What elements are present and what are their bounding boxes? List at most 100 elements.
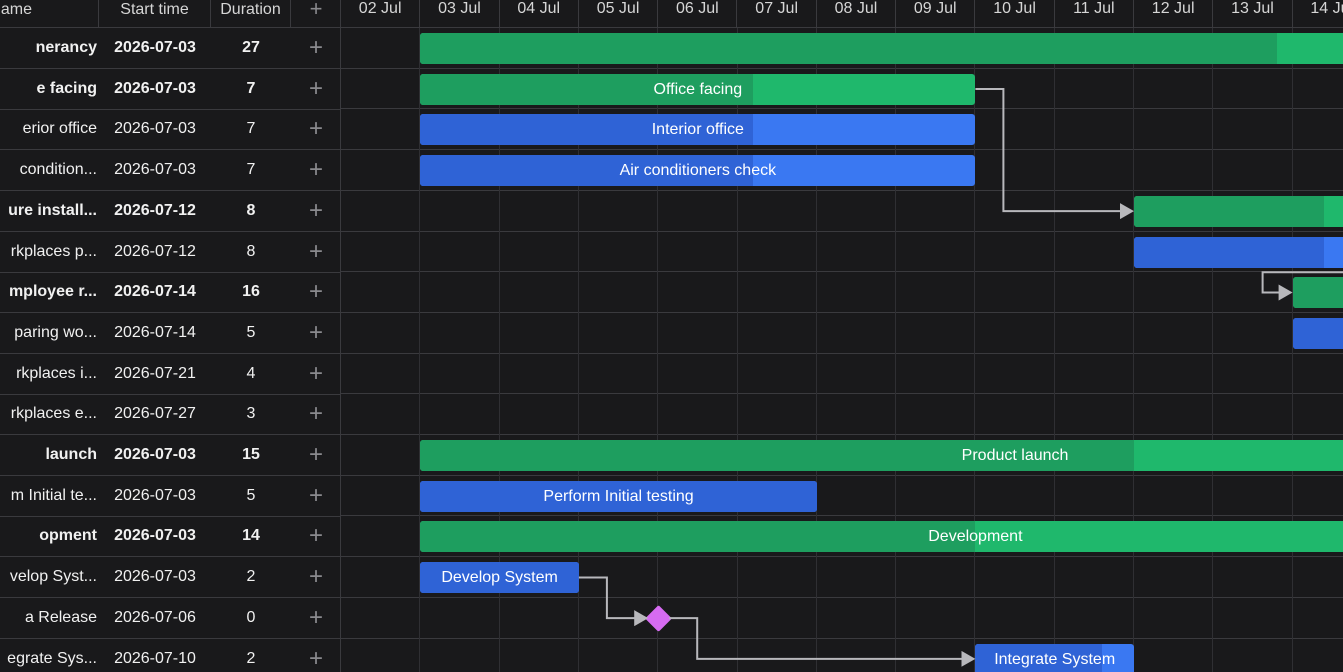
timeline-day-header: 14 Jul	[1293, 0, 1343, 28]
project-bar[interactable]: Development	[420, 521, 1343, 553]
task-bar[interactable]	[1292, 317, 1343, 349]
timeline-day-header: 13 Jul	[1213, 0, 1293, 28]
task-name-cell-text: rkplaces p...	[10, 242, 97, 260]
duration-cell-text: 7	[246, 120, 256, 138]
add-subtask-icon[interactable]: +	[291, 272, 340, 312]
duration-cell: 16	[211, 272, 291, 312]
timeline-day-header: 09 Jul	[896, 0, 976, 28]
add-subtask-icon[interactable]: +	[291, 69, 340, 109]
table-row[interactable]: a Release 2026-07-06 0 +	[0, 598, 340, 639]
table-row[interactable]: rkplaces p... 2026-07-12 8 +	[0, 232, 340, 273]
task-bar[interactable]: Air conditioners check	[420, 155, 976, 187]
table-row[interactable]: rkplaces i... 2026-07-21 4 +	[0, 354, 340, 395]
add-subtask-icon[interactable]: +	[291, 557, 340, 597]
table-row[interactable]: opment 2026-07-03 14 +	[0, 516, 340, 558]
add-subtask-icon[interactable]: +	[291, 516, 340, 556]
duration-cell: 7	[211, 150, 291, 190]
dependency-link[interactable]	[669, 617, 976, 667]
task-name-cell: ure install...	[0, 191, 97, 231]
project-bar[interactable]	[420, 33, 1343, 64]
table-row[interactable]: erior office 2026-07-03 7 +	[0, 109, 340, 151]
start-time-cell: 2026-07-03	[99, 109, 211, 149]
add-subtask-icon[interactable]: +	[291, 28, 340, 68]
duration-cell-text: 0	[246, 608, 256, 626]
duration-cell-text: 4	[246, 364, 256, 382]
column-header-start-time[interactable]: Start time	[99, 0, 211, 28]
start-time-cell-text: 2026-07-10	[114, 649, 196, 667]
task-name-cell: egrate Sys...	[0, 639, 97, 672]
add-subtask-icon[interactable]: +	[291, 354, 340, 394]
add-subtask-icon[interactable]: +	[291, 435, 340, 475]
task-name-cell-text: mployee r...	[8, 283, 97, 301]
table-row[interactable]: launch 2026-07-03 15 +	[0, 435, 340, 476]
bar-label: Office facing	[653, 80, 743, 98]
start-time-cell: 2026-07-03	[99, 516, 211, 556]
project-bar[interactable]: Office facing	[420, 73, 976, 105]
task-name-cell-text: launch	[45, 446, 97, 463]
start-time-cell: 2026-07-12	[99, 232, 211, 272]
timeline-row-divider	[341, 189, 1343, 191]
task-bar[interactable]: Interior office	[420, 114, 976, 146]
timeline-day-header: 02 Jul	[341, 0, 421, 28]
add-subtask-icon[interactable]: +	[291, 598, 340, 638]
timeline-scale: 02 Jul 03 Jul 04 Jul 05 Jul 06 Jul 07 Jul 08 J…	[341, 0, 1343, 28]
table-row[interactable]: m Initial te... 2026-07-03 5 +	[0, 476, 340, 517]
table-row[interactable]: e facing 2026-07-03 7 +	[0, 69, 340, 110]
start-time-cell-text: 2026-07-03	[114, 120, 196, 138]
task-name-cell-text: egrate Sys...	[7, 649, 97, 667]
duration-cell: 2	[211, 557, 291, 597]
timeline-column-divider	[1133, 28, 1134, 672]
column-header-name[interactable]: name	[0, 0, 99, 28]
start-time-cell: 2026-07-10	[99, 639, 211, 672]
start-time-cell-text: 2026-07-03	[114, 486, 196, 504]
table-row[interactable]: velop Syst... 2026-07-03 2 +	[0, 557, 340, 599]
timeline-day-header: 04 Jul	[500, 0, 579, 28]
table-row[interactable]: nerancy 2026-07-03 27 +	[0, 28, 340, 69]
project-bar[interactable]	[1292, 277, 1343, 309]
timeline-row-divider	[341, 596, 1343, 598]
task-bar[interactable]: Develop System	[420, 562, 579, 594]
column-header-duration[interactable]: Duration	[211, 0, 291, 28]
duration-cell: 27	[211, 28, 291, 68]
task-name-cell-text: nerancy	[35, 39, 97, 56]
timeline-row-divider	[341, 434, 1343, 435]
start-time-cell-text: 2026-07-06	[114, 608, 196, 626]
task-name-cell: launch	[0, 435, 97, 475]
dependency-link[interactable]	[578, 576, 649, 627]
add-subtask-icon[interactable]: +	[291, 150, 340, 190]
duration-cell-text: 7	[246, 79, 256, 97]
duration-cell: 5	[211, 476, 291, 516]
task-bar[interactable]: Perform Initial testing	[420, 480, 817, 512]
project-bar[interactable]	[1134, 195, 1343, 227]
table-row[interactable]: rkplaces e... 2026-07-27 3 +	[0, 394, 340, 436]
add-subtask-icon[interactable]: +	[291, 394, 340, 434]
task-bar[interactable]	[1134, 236, 1343, 268]
project-bar[interactable]: Product launch	[420, 440, 1343, 471]
duration-cell-text: 8	[246, 201, 256, 219]
timeline-day-header: 03 Jul	[420, 0, 500, 28]
add-subtask-icon[interactable]: +	[291, 109, 340, 149]
add-subtask-icon[interactable]: +	[291, 232, 340, 272]
progress-fill	[420, 521, 976, 553]
task-bar[interactable]: Integrate System	[975, 643, 1134, 672]
duration-cell-text: 3	[246, 405, 256, 423]
table-row[interactable]: egrate Sys... 2026-07-10 2 +	[0, 639, 340, 672]
add-subtask-icon[interactable]: +	[291, 191, 340, 231]
add-task-header-icon[interactable]: +	[291, 0, 340, 28]
bar-label: Develop System	[441, 569, 558, 587]
table-row[interactable]: ure install... 2026-07-12 8 +	[0, 191, 340, 232]
table-row[interactable]: mployee r... 2026-07-14 16 +	[0, 272, 340, 314]
task-name-cell: erior office	[0, 109, 97, 149]
add-subtask-icon[interactable]: +	[291, 313, 340, 353]
table-row[interactable]: paring wo... 2026-07-14 5 +	[0, 313, 340, 354]
add-subtask-icon[interactable]: +	[291, 639, 340, 672]
timeline-row-divider	[341, 515, 1343, 517]
milestone-diamond[interactable]	[644, 604, 672, 632]
timeline-row-divider	[341, 311, 1343, 313]
task-name-cell: mployee r...	[0, 272, 97, 312]
table-row[interactable]: condition... 2026-07-03 7 +	[0, 150, 340, 192]
task-name-cell: a Release	[0, 598, 97, 638]
add-subtask-icon[interactable]: +	[291, 476, 340, 516]
duration-cell-text: 2	[246, 568, 256, 586]
start-time-cell: 2026-07-27	[99, 394, 211, 434]
